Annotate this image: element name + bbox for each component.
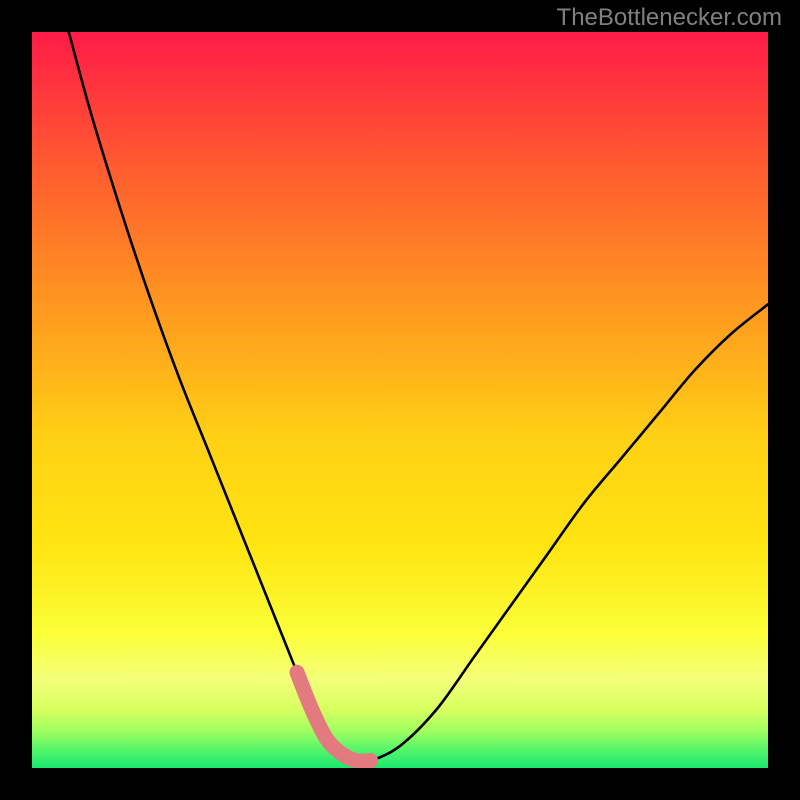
- gradient-background: [32, 32, 768, 768]
- chart-svg: [32, 32, 768, 768]
- attribution-label: TheBottlenecker.com: [557, 4, 782, 32]
- plot-area: [32, 32, 768, 768]
- chart-frame: TheBottlenecker.com: [0, 0, 800, 800]
